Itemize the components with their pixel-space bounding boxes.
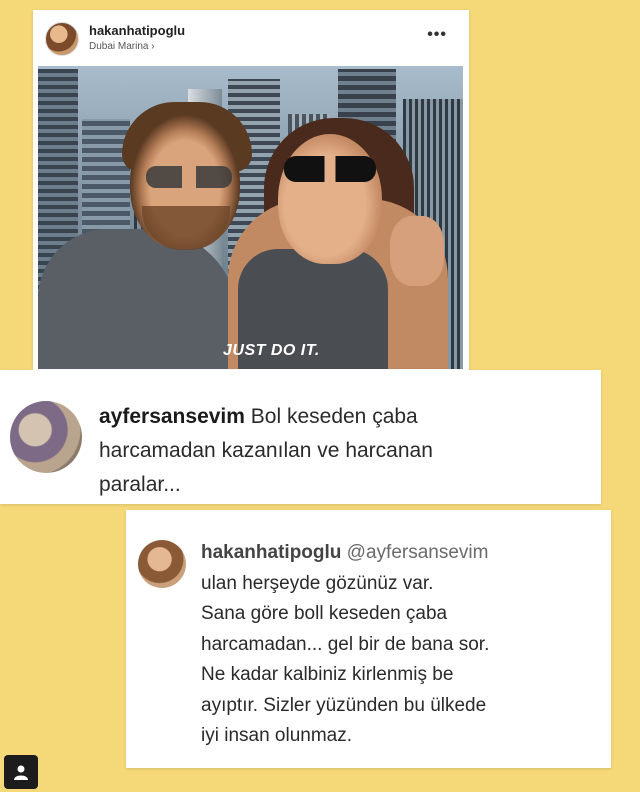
reply-line: harcamadan... gel bir de bana sor. [201, 633, 490, 655]
reply-line: ayıptır. Sizler yüzünden bu ülkede [201, 694, 487, 716]
post-location[interactable]: Dubai Marina › [89, 41, 155, 52]
post-username[interactable]: hakanhatipoglu [89, 23, 185, 38]
avatar[interactable] [45, 22, 79, 56]
more-horizontal-icon[interactable]: ••• [427, 26, 447, 44]
avatar[interactable] [138, 540, 186, 588]
shirt-slogan: JUST DO IT. [223, 342, 320, 359]
woman-head [278, 134, 382, 264]
comment-text: ayfersansevim Bol keseden çaba harcamada… [99, 400, 549, 502]
comment-line: harcamadan kazanılan ve harcanan [99, 439, 433, 462]
hand [390, 216, 444, 286]
reply-line: iyi insan olunmaz. [201, 725, 353, 746]
comment-line: paralar... [99, 473, 181, 496]
comment: ayfersansevim Bol keseden çaba harcamada… [0, 370, 601, 504]
comment-line: Bol keseden çaba [244, 405, 418, 428]
avatar[interactable] [10, 401, 82, 473]
comment-username[interactable]: ayfersansevim [99, 405, 245, 428]
reply-line: ulan herşeyde gözünüz var. [201, 572, 434, 594]
post-header: hakanhatipoglu Dubai Marina › ••• [33, 10, 469, 66]
reply-line: Sana göre boll keseden çaba [201, 603, 448, 624]
sunglasses [146, 166, 232, 188]
reply-comment: hakanhatipoglu @ayfersansevim ulan herşe… [126, 510, 611, 768]
person-icon[interactable] [4, 755, 38, 789]
reply-mention[interactable]: @ayfersansevim [341, 542, 489, 563]
sunglasses [284, 156, 376, 182]
post-photo: JUST DO IT. [38, 66, 463, 369]
reply-line: Ne kadar kalbiniz kirlenmiş be [201, 664, 454, 685]
reply-username[interactable]: hakanhatipoglu [201, 542, 341, 563]
instagram-post: hakanhatipoglu Dubai Marina › ••• JUST D… [33, 10, 469, 373]
reply-text: hakanhatipoglu @ayfersansevim ulan herşe… [201, 538, 601, 752]
